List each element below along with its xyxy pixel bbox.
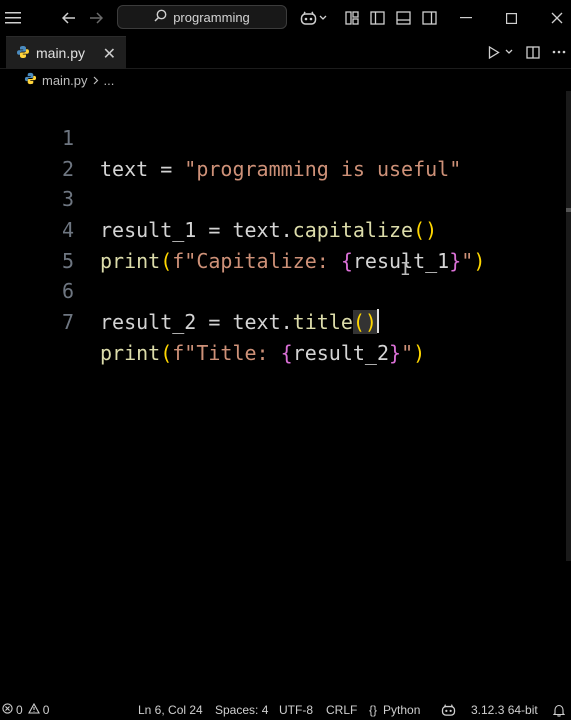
code-line[interactable]: 2 (0, 123, 571, 181)
warning-icon (27, 702, 40, 717)
tab-filename: main.py (36, 45, 86, 61)
language-braces-icon: {} (369, 703, 378, 717)
command-center-search[interactable]: programming (117, 5, 287, 29)
code-line[interactable]: 3 result_1 = text.capitalize() (0, 153, 571, 242)
menu-icon[interactable] (4, 9, 22, 27)
mouse-ibeam-cursor-icon: I (400, 259, 411, 280)
split-editor-icon[interactable] (525, 44, 541, 60)
minimize-icon[interactable] (458, 9, 474, 27)
error-icon (2, 703, 13, 717)
search-text: programming (173, 9, 250, 25)
copilot-icon[interactable] (298, 9, 318, 27)
more-actions-icon[interactable] (551, 44, 567, 60)
close-window-icon[interactable] (549, 9, 565, 27)
code-line[interactable]: 5 (0, 215, 571, 273)
close-tab-icon[interactable]: ✕ (103, 44, 116, 64)
layout-customize-icon[interactable] (344, 9, 360, 27)
python-file-icon (16, 45, 30, 62)
run-options-chevron-icon[interactable] (504, 46, 514, 58)
run-python-file-icon[interactable] (486, 44, 502, 60)
vertical-scrollbar[interactable] (566, 91, 571, 561)
file-encoding[interactable]: UTF-8 (279, 703, 313, 717)
code-text: result_2 = text.title() (100, 309, 379, 334)
breadcrumb-chevron-icon (93, 73, 99, 88)
editor-tab-bar: main.py ✕ (0, 36, 571, 69)
code-line[interactable]: 4 print(f"Capitalize: {result_1}") (0, 184, 571, 273)
toggle-secondary-sidebar-icon[interactable] (421, 9, 437, 27)
warning-count: 0 (42, 703, 50, 717)
language-label: Python (383, 703, 421, 717)
line-number: 7 (61, 310, 74, 334)
maximize-icon[interactable] (503, 9, 519, 27)
end-of-line[interactable]: CRLF (326, 703, 357, 717)
code-line-active[interactable]: 6 result_2 = text.title() (0, 245, 571, 334)
status-bar: 0 0 Ln 6, Col 24 Spaces: 4 UTF-8 CRLF {}… (0, 702, 571, 720)
code-editor[interactable]: 1 text = "programming is useful" 2 3 res… (0, 91, 571, 696)
toggle-panel-icon[interactable] (395, 9, 411, 27)
breadcrumb-file[interactable]: main.py (42, 73, 88, 88)
language-mode[interactable]: {} Python (369, 703, 420, 717)
title-bar: programming (0, 0, 571, 36)
forward-arrow-icon[interactable] (87, 9, 105, 27)
back-arrow-icon[interactable] (60, 9, 78, 27)
text-cursor (376, 309, 379, 333)
error-count: 0 (16, 703, 23, 717)
search-icon (154, 9, 167, 25)
tab-main-py[interactable]: main.py ✕ (6, 36, 126, 69)
breadcrumb-python-icon (24, 72, 37, 88)
breadcrumb: main.py ... (0, 69, 571, 91)
chevron-down-icon[interactable] (318, 11, 328, 25)
python-interpreter[interactable]: 3.12.3 64-bit (471, 703, 538, 717)
notifications-bell-icon[interactable] (553, 704, 565, 717)
toggle-primary-sidebar-icon[interactable] (369, 9, 385, 27)
code-text: print(f"Title: {result_2}") (100, 341, 426, 365)
breadcrumb-symbol[interactable]: ... (104, 73, 115, 88)
problems-indicator[interactable]: 0 0 (2, 702, 50, 717)
cursor-position[interactable]: Ln 6, Col 24 (138, 703, 203, 717)
scrollbar-position-marker (566, 208, 571, 212)
code-line[interactable]: 1 text = "programming is useful" (0, 92, 571, 181)
copilot-status-icon[interactable] (441, 704, 456, 716)
indentation[interactable]: Spaces: 4 (215, 703, 268, 717)
code-line[interactable]: 7 print(f"Title: {result_2}") (0, 276, 571, 365)
